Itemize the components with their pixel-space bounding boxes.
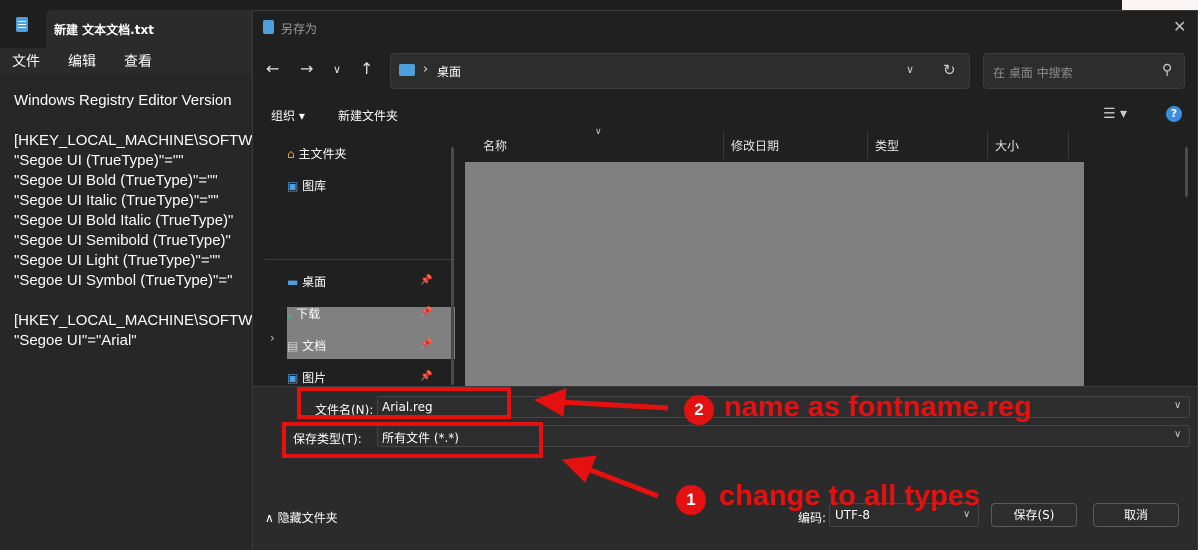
navigation-pane: ⌂ 主文件夹 ▣ 图库 › ▬ 桌面 📌 ⤓ 下载 📌 ▤ 文档 📌 ▣ 图片 … — [265, 131, 455, 386]
address-location[interactable]: 桌面 — [437, 63, 461, 80]
pin-icon: 📌 — [420, 307, 433, 318]
cancel-button[interactable]: 取消 — [1093, 503, 1179, 527]
file-list-scrollbar[interactable] — [1185, 147, 1188, 197]
chevron-down-icon[interactable]: ∨ — [1174, 400, 1181, 411]
help-icon[interactable]: ? — [1166, 106, 1182, 122]
editor-line: "Segoe UI Light (TrueType)"="" — [14, 252, 221, 269]
editor-line: "Segoe UI Italic (TrueType)"="" — [14, 192, 219, 209]
document-icon: ▤ — [287, 339, 299, 353]
annotation-step2-badge: 2 — [684, 395, 714, 425]
address-bar[interactable]: › 桌面 ∨ ↻ — [390, 53, 970, 89]
sidebar-divider — [265, 259, 455, 260]
sidebar-item-home[interactable]: ⌂ 主文件夹 — [287, 145, 346, 162]
pin-icon: 📌 — [420, 339, 433, 350]
sidebar-item-downloads[interactable]: ⤓ 下载 — [287, 305, 320, 322]
sidebar-item-label: 图片 — [302, 371, 327, 385]
sidebar-item-desktop[interactable]: ▬ 桌面 — [287, 273, 326, 290]
annotation-step1-badge: 1 — [676, 485, 706, 515]
desktop-folder-icon — [399, 64, 415, 76]
column-divider[interactable] — [987, 131, 988, 159]
column-header-type[interactable]: 类型 — [875, 137, 899, 154]
sort-caret-icon: ∨ — [595, 127, 602, 137]
notepad-icon — [16, 17, 28, 32]
pin-icon: 📌 — [420, 371, 433, 382]
pin-icon: 📌 — [420, 275, 433, 286]
back-arrow-icon[interactable]: ← — [266, 59, 279, 78]
column-header-modified[interactable]: 修改日期 — [731, 137, 779, 154]
menu-file[interactable]: 文件 — [12, 51, 40, 71]
close-icon[interactable]: ✕ — [1173, 17, 1186, 36]
search-input[interactable]: 在 桌面 中搜索 — [993, 64, 1073, 81]
menu-edit[interactable]: 编辑 — [68, 51, 96, 71]
home-icon: ⌂ — [287, 147, 295, 161]
new-folder-button[interactable]: 新建文件夹 — [338, 107, 398, 124]
sidebar-item-gallery[interactable]: ▣ 图库 — [287, 177, 326, 194]
hide-folders-toggle[interactable]: ∧ 隐藏文件夹 — [265, 509, 338, 526]
organize-button[interactable]: 组织 ▾ — [271, 107, 305, 124]
editor-line: "Segoe UI Semibold (TrueType)" — [14, 232, 231, 249]
recent-locations-chevron-icon[interactable]: ∨ — [333, 63, 341, 76]
forward-arrow-icon[interactable]: → — [300, 59, 313, 78]
editor-line: "Segoe UI"="Arial" — [14, 332, 137, 349]
editor-line: Windows Registry Editor Version — [14, 92, 232, 109]
sidebar-item-label: 桌面 — [302, 275, 327, 289]
pictures-icon: ▣ — [287, 371, 299, 385]
save-button[interactable]: 保存(S) — [991, 503, 1077, 527]
chevron-right-icon[interactable]: › — [270, 331, 275, 345]
editor-line: "Segoe UI Bold (TrueType)"="" — [14, 172, 218, 189]
desktop-icon: ▬ — [287, 275, 299, 289]
annotation-box-filetype — [282, 422, 543, 458]
sidebar-scrollbar[interactable] — [451, 147, 454, 385]
chevron-down-icon[interactable]: ∨ — [906, 63, 914, 76]
gallery-icon: ▣ — [287, 179, 299, 193]
sidebar-item-label: 图库 — [302, 179, 327, 193]
dialog-title: 另存为 — [281, 22, 318, 36]
annotation-box-filename — [297, 387, 511, 419]
dialog-icon — [263, 20, 274, 34]
save-as-dialog: 另存为 ✕ ← → ∨ ↑ › 桌面 ∨ ↻ 在 桌面 中搜索 ⚲ 组织 ▾ 新… — [252, 10, 1198, 550]
editor-line: [HKEY_LOCAL_MACHINE\SOFTW — [14, 312, 253, 329]
column-header-size[interactable]: 大小 — [995, 137, 1019, 154]
editor-line: "Segoe UI Symbol (TrueType)"=" — [14, 272, 233, 289]
chevron-right-icon[interactable]: › — [423, 62, 428, 77]
search-box[interactable]: 在 桌面 中搜索 ⚲ — [983, 53, 1185, 89]
refresh-icon[interactable]: ↻ — [943, 61, 956, 79]
file-list[interactable]: ∨ 名称 修改日期 类型 大小 — [465, 127, 1195, 389]
redacted-file-area — [465, 162, 1084, 389]
download-icon: ⤓ — [287, 307, 293, 321]
editor-line: [HKEY_LOCAL_MACHINE\SOFTW — [14, 132, 253, 149]
view-options-icon[interactable]: ☰ ▾ — [1103, 106, 1127, 122]
search-icon[interactable]: ⚲ — [1162, 62, 1172, 78]
sidebar-item-documents[interactable]: ▤ 文档 — [287, 337, 326, 354]
hide-folders-label: 隐藏文件夹 — [277, 511, 338, 525]
column-divider[interactable] — [867, 131, 868, 159]
sidebar-item-label: 主文件夹 — [298, 147, 347, 161]
editor-line: "Segoe UI Bold Italic (TrueType)" — [14, 212, 234, 229]
sidebar-item-label: 下载 — [296, 307, 321, 321]
annotation-step1-text: change to all types — [719, 480, 981, 512]
editor-line: "Segoe UI (TrueType)"="" — [14, 152, 184, 169]
up-arrow-icon[interactable]: ↑ — [360, 59, 373, 78]
column-header-name[interactable]: 名称 — [483, 137, 507, 154]
notepad-tab-title: 新建 文本文档.txt — [54, 23, 154, 37]
menu-view[interactable]: 查看 — [124, 51, 152, 71]
chevron-up-icon: ∧ — [265, 511, 274, 525]
chevron-down-icon[interactable]: ∨ — [1174, 429, 1181, 440]
notepad-tab[interactable]: 新建 文本文档.txt — [46, 10, 256, 48]
annotation-step2-text: name as fontname.reg — [724, 391, 1032, 423]
sidebar-item-label: 文档 — [302, 339, 327, 353]
column-divider[interactable] — [1068, 131, 1069, 159]
sidebar-item-pictures[interactable]: ▣ 图片 — [287, 369, 326, 386]
column-divider[interactable] — [723, 131, 724, 159]
